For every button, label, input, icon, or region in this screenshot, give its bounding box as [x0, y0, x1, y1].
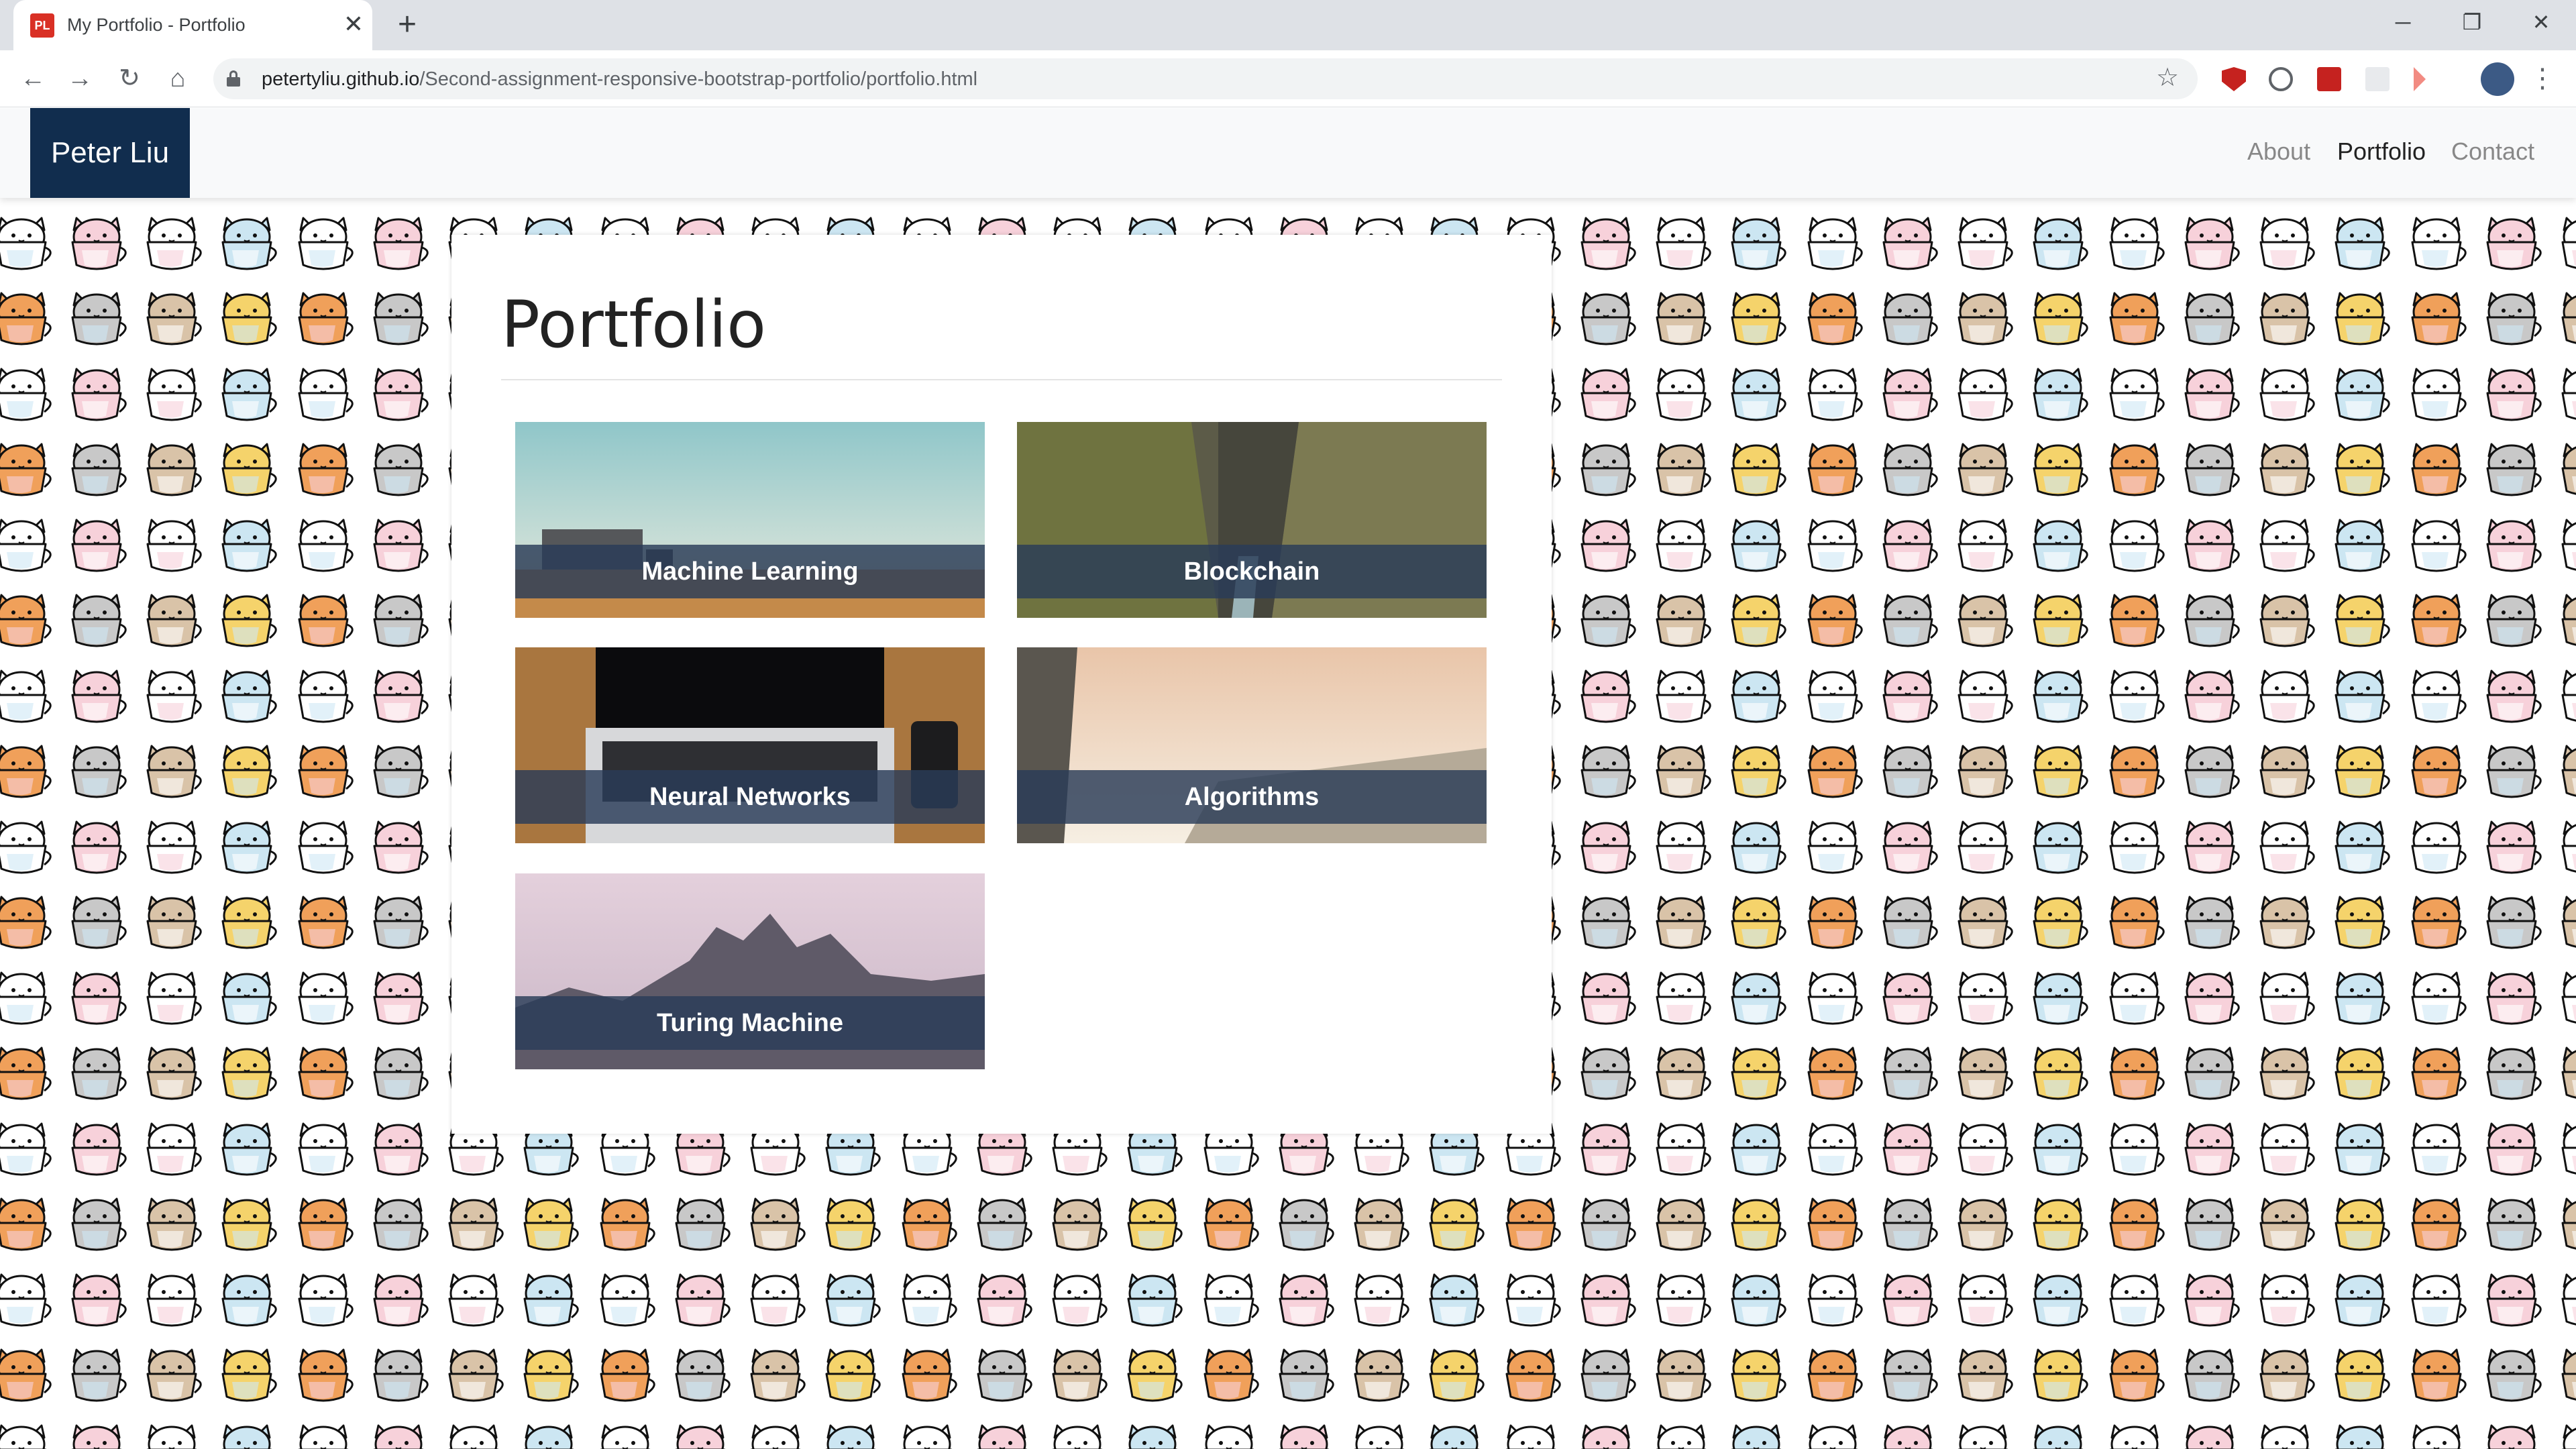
- portfolio-item-machine-learning[interactable]: Machine Learning: [515, 422, 985, 618]
- portfolio-item-blockchain[interactable]: Blockchain: [1017, 422, 1487, 618]
- page-viewport: Peter Liu About Portfolio Contact Portfo…: [0, 108, 2576, 1449]
- turing-machine-caption: Turing Machine: [515, 996, 985, 1050]
- url-text: petertyliu.github.io/Second-assignment-r…: [262, 68, 977, 91]
- title-divider: [501, 379, 1502, 380]
- nav-link-contact[interactable]: Contact: [2451, 138, 2534, 166]
- url-path: /Second-assignment-responsive-bootstrap-…: [419, 68, 978, 90]
- portfolio-item-turing-machine[interactable]: Turing Machine: [515, 873, 985, 1069]
- tab-title: My Portfolio - Portfolio: [67, 15, 246, 35]
- browser-tab[interactable]: PL My Portfolio - Portfolio ✕: [13, 0, 372, 50]
- address-bar[interactable]: petertyliu.github.io/Second-assignment-r…: [213, 58, 2198, 99]
- machine-learning-caption: Machine Learning: [515, 545, 985, 598]
- skype-extension-icon[interactable]: [2269, 67, 2293, 91]
- favicon-icon: PL: [30, 13, 54, 38]
- algorithms-caption: Algorithms: [1017, 770, 1487, 824]
- browser-tab-bar: PL My Portfolio - Portfolio ✕ + ─ ❐ ✕: [0, 0, 2576, 50]
- browser-menu-icon[interactable]: ⋮: [2529, 61, 2556, 96]
- forward-icon[interactable]: →: [63, 62, 97, 95]
- url-host: petertyliu.github.io: [262, 68, 420, 90]
- portfolio-item-algorithms[interactable]: Algorithms: [1017, 647, 1487, 843]
- lock-icon: [227, 70, 240, 87]
- blockchain-caption: Blockchain: [1017, 545, 1487, 598]
- browser-toolbar: ← → ↻ ⌂ petertyliu.github.io/Second-assi…: [0, 50, 2576, 107]
- reload-icon[interactable]: ↻: [113, 62, 146, 95]
- site-navbar: Peter Liu About Portfolio Contact: [0, 108, 2576, 198]
- profile-avatar[interactable]: [2481, 62, 2514, 96]
- home-icon[interactable]: ⌂: [161, 62, 195, 95]
- minimize-icon[interactable]: ─: [2383, 5, 2423, 39]
- extension-icon[interactable]: [2365, 67, 2390, 91]
- restore-icon[interactable]: ❐: [2452, 5, 2492, 39]
- cast-extension-icon[interactable]: [2414, 67, 2426, 91]
- new-tab-icon[interactable]: +: [390, 8, 424, 42]
- nav-link-portfolio[interactable]: Portfolio: [2337, 138, 2426, 166]
- ublock-extension-icon[interactable]: [2222, 67, 2246, 91]
- window-close-icon[interactable]: ✕: [2521, 5, 2561, 39]
- bookmark-star-icon[interactable]: ☆: [2156, 62, 2179, 93]
- nav-link-about[interactable]: About: [2247, 138, 2310, 166]
- portfolio-item-neural-networks[interactable]: Neural Networks: [515, 647, 985, 843]
- page-title: Portfolio: [501, 287, 766, 362]
- tab-close-icon[interactable]: ✕: [339, 9, 368, 39]
- lastpass-extension-icon[interactable]: [2317, 67, 2341, 91]
- site-brand[interactable]: Peter Liu: [30, 108, 190, 198]
- back-icon[interactable]: ←: [16, 62, 50, 95]
- neural-networks-caption: Neural Networks: [515, 770, 985, 824]
- portfolio-container: Portfolio Machine Learning Blockchain Ne…: [451, 235, 1552, 1134]
